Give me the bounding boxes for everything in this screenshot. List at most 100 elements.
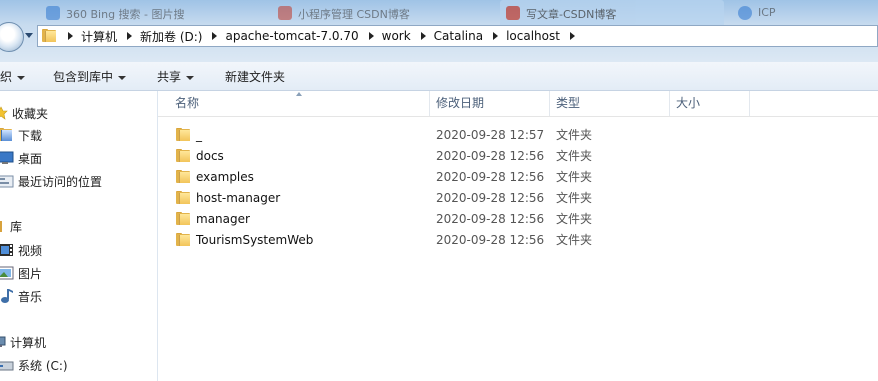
nav-label: 下载 <box>18 128 43 143</box>
browser-tab-strip: 360 Bing 搜索 - 图片搜 小程序管理 CSDN博客 写文章-CSDN博… <box>0 0 878 26</box>
address-bar[interactable]: 计算机 新加卷 (D:) apache-tomcat-7.0.70 work C… <box>37 25 878 47</box>
browser-tab[interactable]: 360 Bing 搜索 - 图片搜 <box>40 0 240 26</box>
file-name: docs <box>196 149 224 163</box>
folder-icon <box>176 212 192 226</box>
nav-label: 桌面 <box>18 151 43 166</box>
nav-pictures[interactable]: 图片 <box>0 263 42 283</box>
nav-videos[interactable]: 视频 <box>0 240 42 260</box>
table-row[interactable]: _ 2020-09-28 12:57 文件夹 <box>158 125 878 146</box>
nav-music[interactable]: 音乐 <box>0 286 42 306</box>
breadcrumb-separator-icon[interactable] <box>127 32 133 40</box>
column-label: 修改日期 <box>436 96 485 110</box>
breadcrumb-separator-icon[interactable] <box>569 32 575 40</box>
breadcrumb-item[interactable]: 计算机 <box>81 28 117 45</box>
file-name: TourismSystemWeb <box>196 233 314 247</box>
pictures-icon <box>0 266 14 280</box>
browser-tab-active[interactable]: 写文章-CSDN博客 <box>500 0 724 26</box>
nav-computer[interactable]: 计算机 <box>0 332 46 352</box>
nav-desktop[interactable]: 桌面 <box>0 148 42 168</box>
new-folder-button[interactable]: 新建文件夹 <box>225 68 285 85</box>
nav-recent-places[interactable]: 最近访问的位置 <box>0 171 102 191</box>
tab-favicon-icon <box>46 6 60 20</box>
file-type: 文件夹 <box>556 191 593 205</box>
column-label: 类型 <box>556 96 581 110</box>
library-icon <box>0 221 2 232</box>
drive-icon <box>0 361 14 371</box>
organize-button[interactable]: 织 <box>0 68 26 85</box>
file-date: 2020-09-28 12:56 <box>436 191 545 205</box>
back-button[interactable] <box>0 22 24 52</box>
tab-favicon-icon <box>278 6 292 20</box>
breadcrumb-item[interactable]: apache-tomcat-7.0.70 <box>225 29 358 43</box>
folder-icon <box>42 29 58 43</box>
tab-favicon-icon <box>738 6 752 20</box>
include-in-library-button[interactable]: 包含到库中 <box>53 68 127 85</box>
table-row[interactable]: TourismSystemWeb 2020-09-28 12:56 文件夹 <box>158 230 878 251</box>
share-button[interactable]: 共享 <box>157 68 195 85</box>
table-row[interactable]: manager 2020-09-28 12:56 文件夹 <box>158 209 878 230</box>
nav-label: 视频 <box>18 243 43 258</box>
nav-system-drive[interactable]: 系统 (C:) <box>0 355 68 375</box>
folder-icon <box>176 191 192 205</box>
recent-pages-dropdown-icon[interactable] <box>25 33 33 38</box>
folder-icon <box>176 170 192 184</box>
share-label: 共享 <box>157 70 182 84</box>
file-date: 2020-09-28 12:56 <box>436 149 545 163</box>
nav-label: 最近访问的位置 <box>18 174 103 189</box>
column-header-name[interactable]: 名称 <box>158 91 430 116</box>
file-type: 文件夹 <box>556 233 593 247</box>
breadcrumb-item[interactable]: work <box>382 29 411 43</box>
column-header-date[interactable]: 修改日期 <box>430 91 550 116</box>
window-chrome: 360 Bing 搜索 - 图片搜 小程序管理 CSDN博客 写文章-CSDN博… <box>0 0 878 62</box>
new-folder-label: 新建文件夹 <box>225 70 286 84</box>
file-type: 文件夹 <box>556 212 593 226</box>
browser-tab[interactable]: 小程序管理 CSDN博客 <box>272 0 472 26</box>
chevron-down-icon <box>118 75 127 80</box>
nav-favorites[interactable]: 收藏夹 <box>0 103 48 123</box>
file-name: examples <box>196 170 254 184</box>
tab-favicon-icon <box>506 6 520 20</box>
chevron-down-icon <box>17 75 26 80</box>
column-header-row: 名称 修改日期 类型 大小 <box>158 91 878 117</box>
breadcrumb-item[interactable]: 新加卷 (D:) <box>140 28 202 45</box>
nav-label: 收藏夹 <box>12 106 49 121</box>
file-type: 文件夹 <box>556 128 593 142</box>
nav-label: 音乐 <box>18 289 43 304</box>
table-row[interactable]: host-manager 2020-09-28 12:56 文件夹 <box>158 188 878 209</box>
breadcrumb-separator-icon[interactable] <box>368 32 374 40</box>
file-name: manager <box>196 212 250 226</box>
tab-title: 小程序管理 CSDN博客 <box>298 8 410 21</box>
nav-downloads[interactable]: 下载 <box>0 125 42 145</box>
breadcrumb-item[interactable]: localhost <box>506 29 560 43</box>
table-row[interactable]: examples 2020-09-28 12:56 文件夹 <box>158 167 878 188</box>
breadcrumb-separator-icon[interactable] <box>68 32 73 40</box>
downloads-folder-icon <box>0 128 14 142</box>
file-date: 2020-09-28 12:56 <box>436 212 545 226</box>
nav-libraries[interactable]: 库 <box>0 216 22 236</box>
table-row[interactable]: docs 2020-09-28 12:56 文件夹 <box>158 146 878 167</box>
tab-title: 360 Bing 搜索 - 图片搜 <box>66 8 185 21</box>
include-label: 包含到库中 <box>53 70 114 84</box>
column-header-type[interactable]: 类型 <box>550 91 670 116</box>
column-header-size[interactable]: 大小 <box>670 91 750 116</box>
nav-label: 系统 (C:) <box>18 358 68 373</box>
file-type: 文件夹 <box>556 149 593 163</box>
column-label: 名称 <box>175 96 200 110</box>
music-icon <box>1 289 13 303</box>
file-type: 文件夹 <box>556 170 593 184</box>
nav-label: 库 <box>10 219 23 234</box>
browser-tab[interactable]: ICP <box>732 0 878 26</box>
navigation-pane: 收藏夹 下载 桌面 最近访问的位置 库 视频 图片 音乐 计算机 系统 (C:) <box>0 91 158 381</box>
file-name: _ <box>196 128 202 142</box>
desktop-icon <box>0 151 14 164</box>
breadcrumb-separator-icon[interactable] <box>212 32 218 40</box>
column-label: 大小 <box>676 96 701 110</box>
breadcrumb-separator-icon[interactable] <box>493 32 499 40</box>
breadcrumb-item[interactable]: Catalina <box>434 29 483 43</box>
star-icon <box>0 106 8 120</box>
breadcrumb-separator-icon[interactable] <box>420 32 426 40</box>
nav-label: 图片 <box>18 266 43 281</box>
computer-icon <box>0 336 6 347</box>
file-date: 2020-09-28 12:56 <box>436 170 545 184</box>
file-list-pane: 名称 修改日期 类型 大小 _ 2020-09-28 12:57 文件夹 doc… <box>158 91 878 381</box>
